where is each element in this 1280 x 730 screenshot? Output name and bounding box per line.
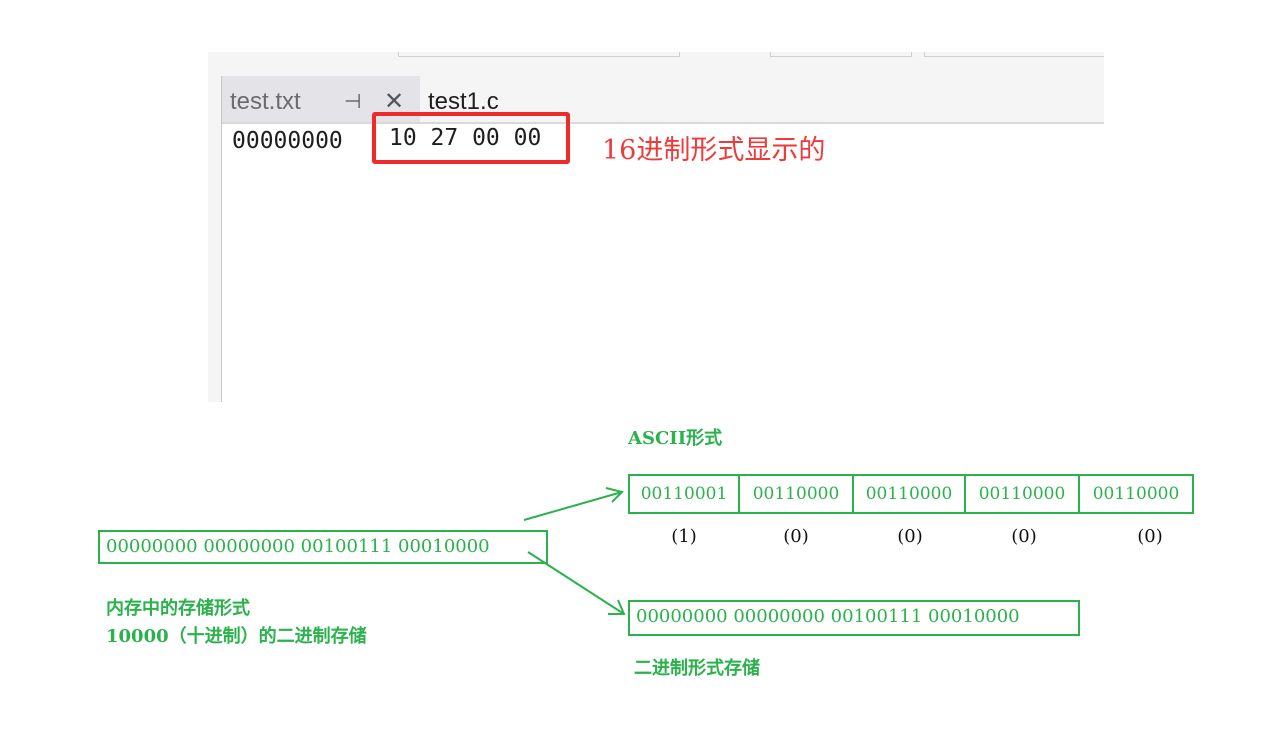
arrows-layer: [523, 487, 626, 615]
arrow-to-binary: [527, 551, 625, 615]
arrow-to-ascii: [523, 491, 623, 521]
